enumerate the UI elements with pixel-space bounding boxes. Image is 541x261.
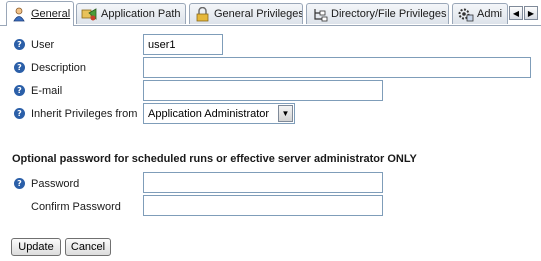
- chevron-left-icon: ◀: [512, 8, 520, 18]
- tab-admin-label: Admi: [477, 8, 503, 20]
- description-field[interactable]: [143, 57, 531, 78]
- tab-admin[interactable]: Admi: [452, 3, 508, 24]
- lock-icon: [194, 6, 211, 22]
- admin-icon: [457, 7, 474, 22]
- description-label: Description: [31, 62, 87, 74]
- tab-directory-file-privileges-label: Directory/File Privileges: [331, 8, 447, 20]
- chevron-right-icon: ▶: [527, 8, 535, 18]
- help-icon[interactable]: ?: [14, 178, 25, 189]
- inherit-privileges-value: Application Administrator: [148, 107, 270, 120]
- help-glyph: ?: [17, 108, 22, 118]
- inherit-privileges-label: Inherit Privileges from: [31, 108, 138, 120]
- password-label: Password: [31, 178, 80, 190]
- chevron-down-icon[interactable]: ▼: [278, 105, 293, 122]
- help-glyph: ?: [17, 85, 22, 95]
- tab-scroll-right-button[interactable]: ▶: [524, 6, 538, 20]
- tab-general-label: General: [31, 8, 71, 20]
- help-icon[interactable]: ?: [14, 85, 25, 96]
- tab-scroll-left-button[interactable]: ◀: [509, 6, 523, 20]
- tab-application-path[interactable]: Application Path: [76, 3, 186, 24]
- email-label: E-mail: [31, 85, 63, 97]
- tab-bar: General Application Path General Privile…: [0, 0, 541, 26]
- tab-general[interactable]: General: [6, 1, 74, 26]
- user-label: User: [31, 39, 55, 51]
- confirm-password-field[interactable]: [143, 195, 383, 216]
- confirm-password-label: Confirm Password: [31, 201, 121, 213]
- tab-application-path-label: Application Path: [101, 8, 181, 20]
- help-glyph: ?: [17, 62, 22, 72]
- password-field[interactable]: [143, 172, 383, 193]
- tab-general-privileges[interactable]: General Privileges: [189, 3, 303, 24]
- email-field[interactable]: [143, 80, 383, 101]
- inherit-privileges-select[interactable]: Application Administrator ▼: [143, 103, 295, 124]
- help-icon[interactable]: ?: [14, 39, 25, 50]
- help-glyph: ?: [17, 39, 22, 49]
- password-section-heading: Optional password for scheduled runs or …: [12, 153, 417, 165]
- application-path-icon: [81, 7, 98, 22]
- help-icon[interactable]: ?: [14, 108, 25, 119]
- update-button[interactable]: Update: [11, 238, 61, 256]
- cancel-button[interactable]: Cancel: [65, 238, 111, 256]
- tab-directory-file-privileges[interactable]: Directory/File Privileges: [306, 3, 449, 24]
- user-field[interactable]: [143, 34, 223, 55]
- tab-general-privileges-label: General Privileges: [214, 8, 303, 20]
- user-icon: [11, 7, 28, 22]
- help-glyph: ?: [17, 178, 22, 188]
- help-icon[interactable]: ?: [14, 62, 25, 73]
- directory-icon: [311, 7, 328, 22]
- tab-underline: [0, 25, 541, 26]
